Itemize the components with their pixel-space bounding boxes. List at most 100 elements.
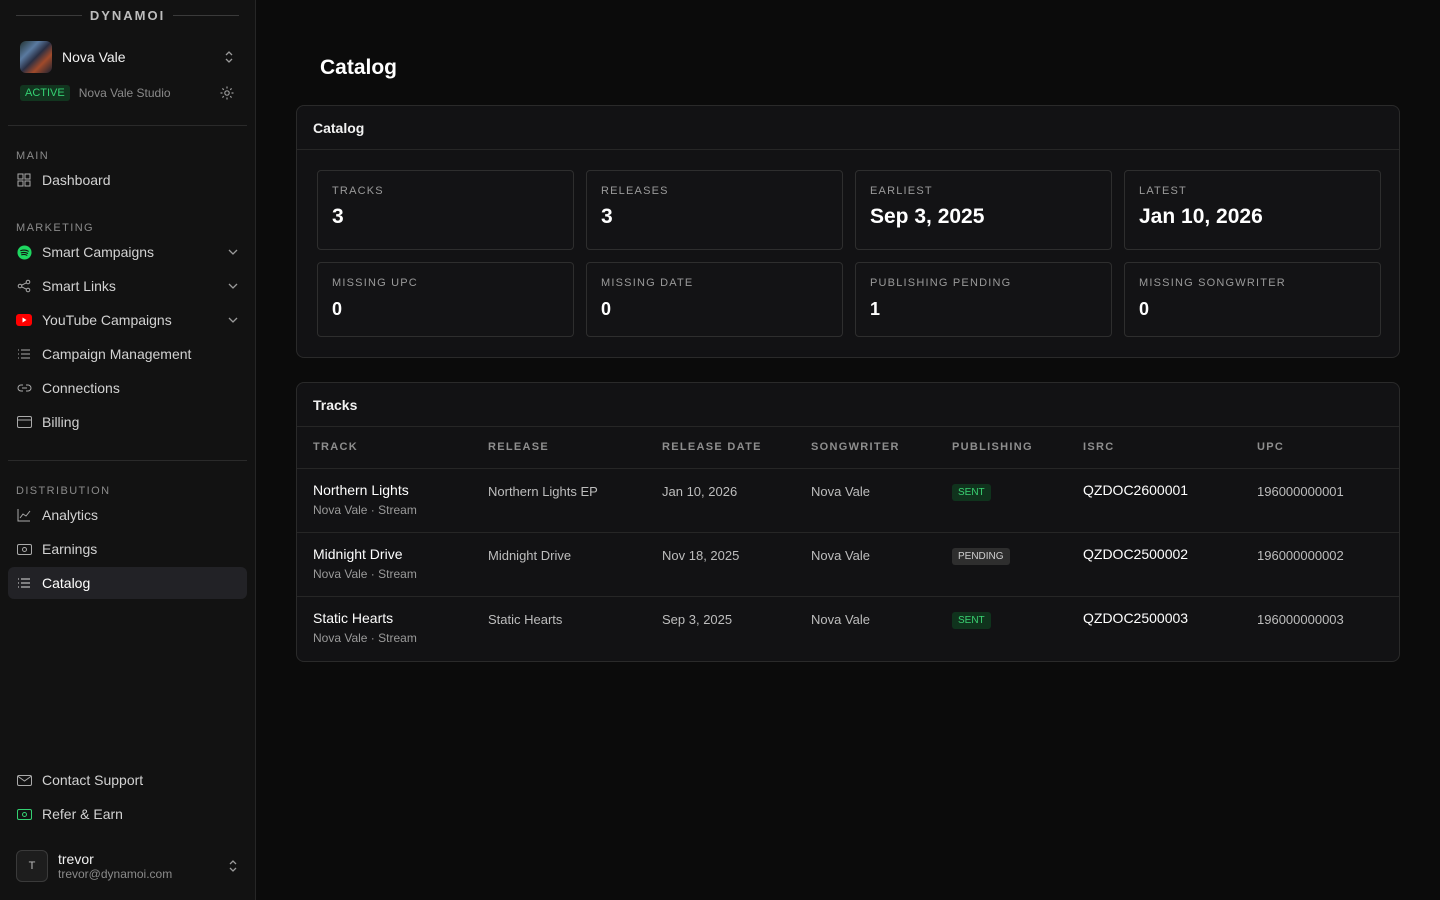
- songwriter-name: Nova Vale: [811, 611, 871, 627]
- sidebar-item-label: Earnings: [42, 541, 98, 557]
- tracks-card: Tracks TRACK RELEASE RELEASE DATE SONGWR…: [296, 382, 1400, 662]
- status-badge: ACTIVE: [20, 85, 70, 101]
- column-header-release[interactable]: RELEASE: [472, 427, 646, 469]
- stat-releases: RELEASES 3: [586, 170, 843, 250]
- column-header-songwriter[interactable]: SONGWRITER: [795, 427, 936, 469]
- main-content: Catalog Catalog TRACKS 3 RELEASES 3 EARL…: [256, 0, 1440, 900]
- grid-icon: [16, 172, 32, 188]
- list-icon: [16, 346, 32, 362]
- sidebar-item-billing[interactable]: Billing: [8, 406, 247, 438]
- sidebar-item-catalog[interactable]: Catalog: [8, 567, 247, 599]
- stat-value: 3: [332, 205, 344, 228]
- gear-icon[interactable]: [219, 85, 235, 101]
- sidebar-item-youtube-campaigns[interactable]: YouTube Campaigns: [8, 304, 247, 336]
- release-cell: Northern Lights EP: [472, 468, 646, 533]
- brand-divider-right: [173, 14, 240, 16]
- stat-label: MISSING DATE: [601, 277, 694, 289]
- sidebar-item-label: Campaign Management: [42, 346, 192, 362]
- release-name: Static Hearts: [488, 611, 563, 627]
- artist-name: Nova Vale: [62, 49, 126, 65]
- spotify-icon: [16, 244, 32, 260]
- upc-cell: 196000000003: [1241, 596, 1399, 660]
- sidebar-item-smart-campaigns[interactable]: Smart Campaigns: [8, 236, 247, 268]
- sidebar-item-label: Smart Campaigns: [42, 244, 155, 260]
- sidebar-item-analytics[interactable]: Analytics: [8, 499, 247, 531]
- track-cell: Northern Lights Nova Vale · Stream: [297, 468, 472, 533]
- column-header-track[interactable]: TRACK: [297, 427, 472, 469]
- sidebar-item-label: Connections: [42, 380, 120, 396]
- release-cell: Static Hearts: [472, 596, 646, 660]
- sidebar-item-earnings[interactable]: Earnings: [8, 533, 247, 565]
- release-cell: Midnight Drive: [472, 532, 646, 597]
- stat-label: RELEASES: [601, 185, 669, 197]
- catalog-summary-card: Catalog TRACKS 3 RELEASES 3 EARLIEST Sep…: [296, 105, 1400, 358]
- publishing-status-badge: SENT: [952, 611, 991, 629]
- track-title[interactable]: Northern Lights: [313, 482, 472, 498]
- sidebar-item-refer-earn[interactable]: Refer & Earn: [8, 798, 247, 830]
- column-header-isrc[interactable]: ISRC: [1067, 427, 1241, 469]
- sidebar: DYNAMOI Nova Vale ACTIVE Nova Vale Studi…: [0, 0, 256, 900]
- chevron-down-icon[interactable]: [227, 246, 239, 258]
- track-cell: Static Hearts Nova Vale · Stream: [297, 596, 472, 660]
- youtube-icon: [16, 312, 32, 328]
- sidebar-item-label: Smart Links: [42, 278, 116, 294]
- isrc-cell: QZDOC2500003: [1067, 596, 1241, 660]
- sidebar-item-label: Billing: [42, 414, 80, 430]
- chevron-updown-icon: [225, 51, 233, 63]
- user-name: trevor: [58, 850, 94, 867]
- upc-cell: 196000000002: [1241, 532, 1399, 597]
- sidebar-item-smart-links[interactable]: Smart Links: [8, 270, 247, 302]
- stat-value: 3: [601, 205, 613, 228]
- chevron-down-icon[interactable]: [227, 280, 239, 292]
- release-date-cell: Jan 10, 2026: [646, 468, 795, 533]
- isrc-cell: QZDOC2500002: [1067, 532, 1241, 597]
- release-date-cell: Sep 3, 2025: [646, 596, 795, 660]
- publishing-cell: SENT: [936, 596, 1067, 660]
- sidebar-item-label: YouTube Campaigns: [42, 312, 172, 328]
- isrc-code: QZDOC2500003: [1083, 609, 1189, 626]
- upc-cell: 196000000001: [1241, 468, 1399, 533]
- stat-label: PUBLISHING PENDING: [870, 277, 1012, 289]
- upc-code: 196000000003: [1257, 611, 1344, 627]
- upc-code: 196000000002: [1257, 547, 1344, 563]
- sidebar-item-dashboard[interactable]: Dashboard: [8, 164, 247, 196]
- release-date: Sep 3, 2025: [662, 611, 733, 627]
- stat-label: EARLIEST: [870, 185, 933, 197]
- publishing-status-badge: SENT: [952, 483, 991, 501]
- release-date: Jan 10, 2026: [662, 483, 738, 499]
- card-title: Catalog: [297, 106, 1399, 150]
- stat-missing-date: MISSING DATE 0: [586, 262, 843, 337]
- sidebar-item-contact-support[interactable]: Contact Support: [8, 764, 247, 796]
- table-row[interactable]: Midnight Drive Nova Vale · Stream Midnig…: [297, 532, 1399, 597]
- sidebar-item-campaign-management[interactable]: Campaign Management: [8, 338, 247, 370]
- card-title: Tracks: [297, 383, 1399, 427]
- track-title[interactable]: Static Hearts: [313, 610, 472, 626]
- link-icon: [16, 380, 32, 396]
- publishing-cell: PENDING: [936, 532, 1067, 597]
- cash-green-icon: [16, 806, 32, 822]
- avatar: T: [16, 850, 48, 882]
- sidebar-item-connections[interactable]: Connections: [8, 372, 247, 404]
- stat-value: Sep 3, 2025: [870, 205, 985, 228]
- tracks-table: TRACK RELEASE RELEASE DATE SONGWRITER PU…: [297, 427, 1399, 660]
- brand-logo[interactable]: DYNAMOI: [90, 8, 165, 23]
- chevron-down-icon[interactable]: [227, 314, 239, 326]
- column-header-publishing[interactable]: PUBLISHING: [936, 427, 1067, 469]
- sidebar-item-label: Contact Support: [42, 772, 144, 788]
- chart-icon: [16, 507, 32, 523]
- column-header-upc[interactable]: UPC: [1241, 427, 1399, 469]
- column-header-release-date[interactable]: RELEASE DATE: [646, 427, 795, 469]
- section-label-marketing: MARKETING: [16, 222, 94, 234]
- track-title[interactable]: Midnight Drive: [313, 546, 472, 562]
- stat-tracks: TRACKS 3: [317, 170, 574, 250]
- stat-value: 1: [870, 299, 881, 319]
- table-row[interactable]: Static Hearts Nova Vale · Stream Static …: [297, 596, 1399, 660]
- artist-switcher[interactable]: Nova Vale: [0, 30, 255, 76]
- table-row[interactable]: Northern Lights Nova Vale · Stream North…: [297, 468, 1399, 533]
- stat-value: Jan 10, 2026: [1139, 205, 1263, 228]
- sidebar-item-label: Refer & Earn: [42, 806, 123, 822]
- user-email: trevor@dynamoi.com: [58, 866, 173, 881]
- user-menu[interactable]: T trevor trevor@dynamoi.com: [16, 848, 239, 884]
- track-subtitle: Nova Vale · Stream: [313, 566, 417, 581]
- sidebar-item-label: Dashboard: [42, 172, 111, 188]
